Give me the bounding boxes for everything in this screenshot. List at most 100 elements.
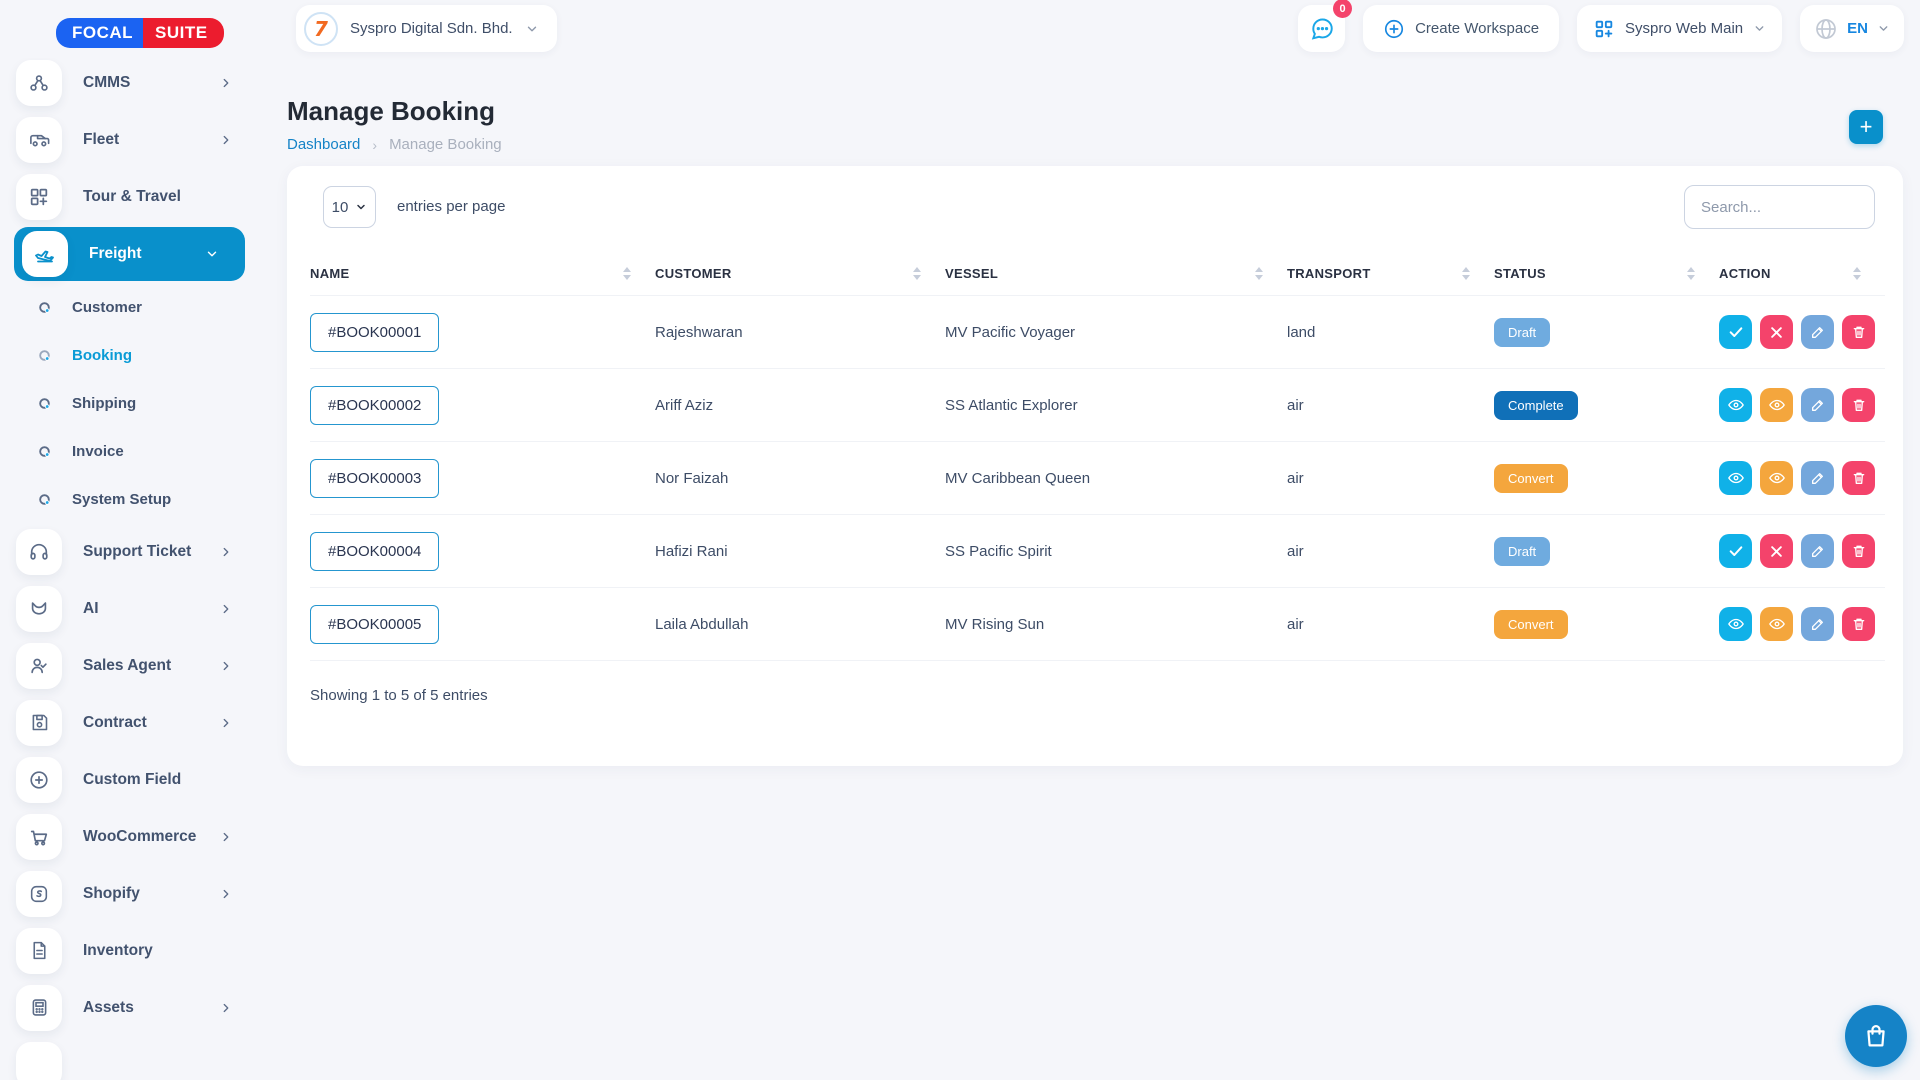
booking-number[interactable]: #BOOK00003 <box>310 459 439 498</box>
sidebar-subitem-shipping[interactable]: Shipping <box>0 379 259 427</box>
sidebar-item-contract[interactable]: Contract <box>0 694 259 751</box>
sort-icon[interactable] <box>1853 267 1861 280</box>
eye-icon <box>1768 396 1786 414</box>
plus-circle-icon <box>16 757 62 803</box>
delete-button[interactable] <box>1842 534 1875 568</box>
preview-button[interactable] <box>1760 607 1793 641</box>
sidebar-item-fleet[interactable]: Fleet <box>0 111 259 168</box>
cat-icon <box>16 586 62 632</box>
customer-cell: Hafizi Rani <box>655 515 945 588</box>
sidebar-item-support-ticket[interactable]: Support Ticket <box>0 523 259 580</box>
sort-icon[interactable] <box>623 267 631 280</box>
search-input[interactable] <box>1684 185 1875 229</box>
edit-button[interactable] <box>1801 388 1834 422</box>
sidebar-item-custom-field[interactable]: Custom Field <box>0 751 259 808</box>
document-icon <box>16 928 62 974</box>
transport-cell: air <box>1287 515 1494 588</box>
sort-icon[interactable] <box>1255 267 1263 280</box>
topbar: FOCAL SUITE 7 Syspro Digital Sdn. Bhd. 0… <box>0 0 1920 58</box>
status-badge: Convert <box>1494 610 1568 639</box>
chevron-down-icon <box>205 247 219 261</box>
breadcrumb-dashboard-link[interactable]: Dashboard <box>287 136 360 153</box>
app-logo[interactable]: FOCAL SUITE <box>56 18 224 48</box>
view-button[interactable] <box>1719 607 1752 641</box>
workspace-selector[interactable]: 7 Syspro Digital Sdn. Bhd. <box>296 5 557 52</box>
sidebar-item-label: Inventory <box>83 942 153 960</box>
booking-number[interactable]: #BOOK00004 <box>310 532 439 571</box>
edit-button[interactable] <box>1801 461 1834 495</box>
edit-button[interactable] <box>1801 607 1834 641</box>
chevron-down-icon <box>355 201 367 213</box>
table-row: #BOOK00004 Hafizi Rani SS Pacific Spirit… <box>310 515 1885 588</box>
shop-floating-button[interactable] <box>1845 1005 1907 1067</box>
transport-cell: air <box>1287 588 1494 661</box>
sidebar-subitem-system-setup[interactable]: System Setup <box>0 475 259 523</box>
van-icon <box>16 117 62 163</box>
sidebar-item-sales-agent[interactable]: Sales Agent <box>0 637 259 694</box>
delete-button[interactable] <box>1842 315 1875 349</box>
sort-icon[interactable] <box>1687 267 1695 280</box>
sidebar-item-label: Freight <box>89 245 142 263</box>
delete-button[interactable] <box>1842 461 1875 495</box>
trash-icon <box>1851 616 1867 632</box>
delete-button[interactable] <box>1842 607 1875 641</box>
approve-button[interactable] <box>1719 534 1752 568</box>
preview-button[interactable] <box>1760 461 1793 495</box>
sidebar-item-shopify[interactable]: Shopify <box>0 865 259 922</box>
sidebar-item-tour-travel[interactable]: Tour & Travel <box>0 168 259 225</box>
booking-number[interactable]: #BOOK00002 <box>310 386 439 425</box>
view-button[interactable] <box>1719 388 1752 422</box>
chevron-right-icon <box>219 887 233 901</box>
close-icon <box>1769 325 1784 340</box>
sidebar-subitem-booking[interactable]: Booking <box>0 331 259 379</box>
customer-cell: Laila Abdullah <box>655 588 945 661</box>
vessel-cell: SS Atlantic Explorer <box>945 369 1287 442</box>
reject-button[interactable] <box>1760 534 1793 568</box>
sidebar-item-ai[interactable]: AI <box>0 580 259 637</box>
sidebar-item-woocommerce[interactable]: WooCommerce <box>0 808 259 865</box>
add-booking-button[interactable]: + <box>1849 110 1883 144</box>
column-header-status[interactable]: STATUS <box>1494 252 1719 296</box>
edit-button[interactable] <box>1801 534 1834 568</box>
sidebar: CMMS Fleet Tour & Travel Freigh <box>0 58 259 1080</box>
sidebar-item-assets[interactable]: Assets <box>0 979 259 1036</box>
preview-button[interactable] <box>1760 388 1793 422</box>
booking-table: NAME CUSTOMER VESSEL TRANSPORT STATUS AC… <box>310 252 1885 661</box>
sidebar-item-clipped[interactable] <box>0 1036 259 1080</box>
column-header-action[interactable]: ACTION <box>1719 252 1885 296</box>
eye-icon <box>1768 615 1786 633</box>
chat-button[interactable]: 0 <box>1298 5 1345 52</box>
bullet-icon <box>38 397 51 410</box>
person-check-icon <box>16 643 62 689</box>
grid-plus-icon <box>1593 18 1615 40</box>
column-header-name[interactable]: NAME <box>310 252 655 296</box>
chevron-down-icon <box>1753 22 1766 35</box>
sidebar-subitem-invoice[interactable]: Invoice <box>0 427 259 475</box>
entries-per-page-select[interactable]: 10 <box>323 186 376 228</box>
column-header-transport[interactable]: TRANSPORT <box>1287 252 1494 296</box>
sort-icon[interactable] <box>913 267 921 280</box>
sidebar-item-freight[interactable]: Freight <box>14 227 245 281</box>
sort-icon[interactable] <box>1462 267 1470 280</box>
language-selector[interactable]: EN <box>1800 5 1904 52</box>
sidebar-item-inventory[interactable]: Inventory <box>0 922 259 979</box>
sidebar-item-cmms[interactable]: CMMS <box>0 58 259 111</box>
breadcrumb-current: Manage Booking <box>389 136 502 153</box>
approve-button[interactable] <box>1719 315 1752 349</box>
chevron-right-icon <box>219 716 233 730</box>
view-button[interactable] <box>1719 461 1752 495</box>
booking-number[interactable]: #BOOK00001 <box>310 313 439 352</box>
sidebar-item-label: AI <box>83 600 99 618</box>
create-workspace-button[interactable]: Create Workspace <box>1363 5 1559 52</box>
edit-button[interactable] <box>1801 315 1834 349</box>
sidebar-item-label: Tour & Travel <box>83 188 181 206</box>
delete-button[interactable] <box>1842 388 1875 422</box>
table-controls: 10 entries per page <box>287 166 1903 252</box>
reject-button[interactable] <box>1760 315 1793 349</box>
column-header-customer[interactable]: CUSTOMER <box>655 252 945 296</box>
sidebar-subitem-label: Customer <box>72 299 142 316</box>
booking-number[interactable]: #BOOK00005 <box>310 605 439 644</box>
sidebar-subitem-customer[interactable]: Customer <box>0 283 259 331</box>
column-header-vessel[interactable]: VESSEL <box>945 252 1287 296</box>
workspace-menu-selector[interactable]: Syspro Web Main <box>1577 5 1782 52</box>
